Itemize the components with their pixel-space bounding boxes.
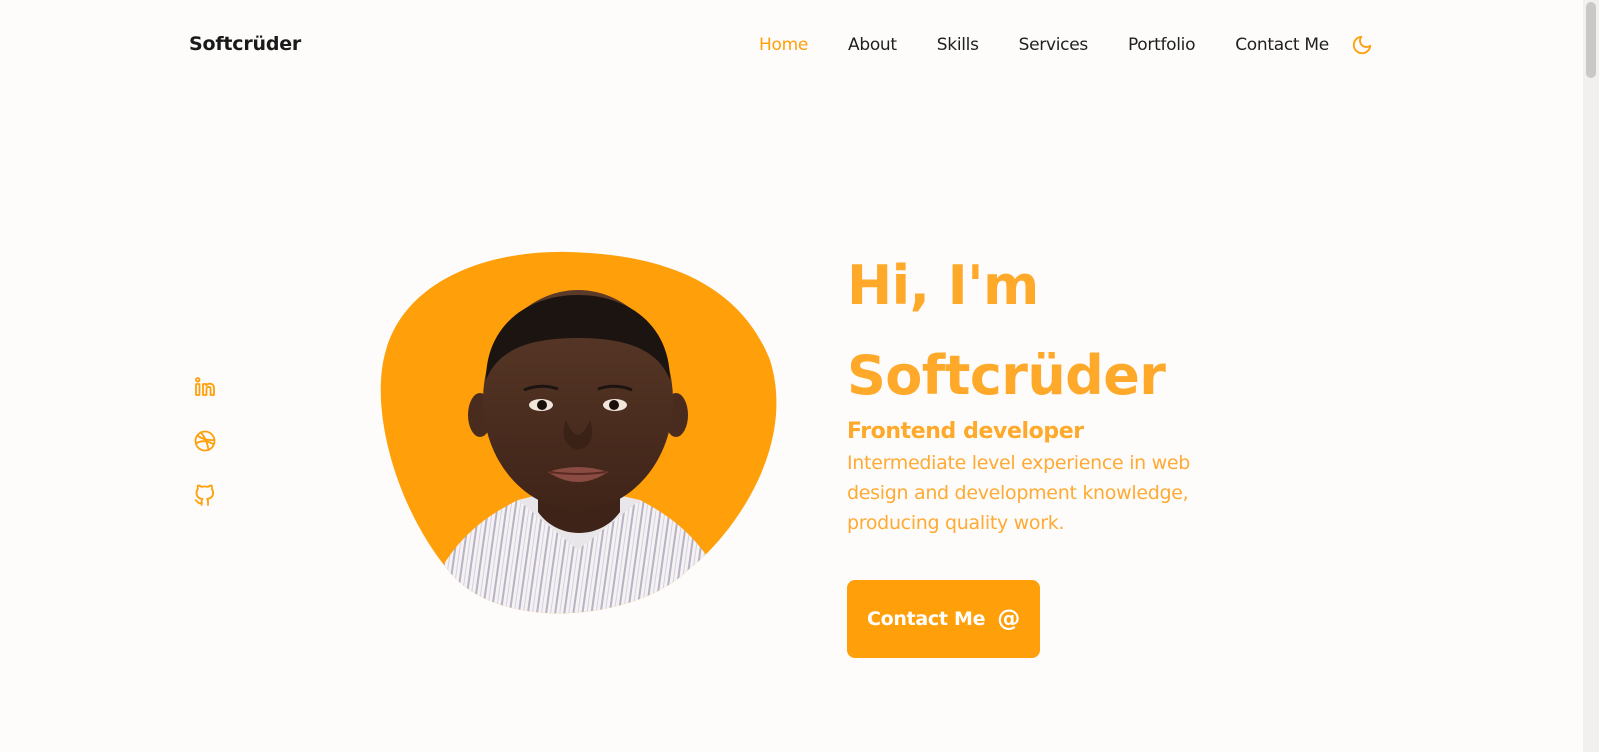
hero-section: Hi, I'm Softcrüder Frontend developer In… [847, 241, 1267, 658]
page-scrollbar[interactable] [1583, 0, 1599, 752]
hero-role: Frontend developer [847, 419, 1084, 444]
nav-link-portfolio[interactable]: Portfolio [1128, 35, 1196, 55]
scrollbar-thumb[interactable] [1586, 2, 1596, 78]
nav-link-skills[interactable]: Skills [937, 35, 979, 55]
profile-photo [378, 250, 780, 626]
dribbble-icon[interactable] [193, 429, 217, 453]
hero-title: Hi, I'm Softcrüder [847, 241, 1267, 421]
brand-logo[interactable]: Softcrüder [189, 33, 301, 55]
hero-name: Softcrüder [847, 344, 1166, 407]
nav-link-about[interactable]: About [848, 35, 897, 55]
social-links [193, 375, 217, 537]
linkedin-icon[interactable] [193, 375, 217, 399]
page: Softcrüder Home About Skills Services Po… [0, 0, 1599, 752]
at-icon: @ [997, 606, 1020, 632]
contact-me-label: Contact Me [867, 608, 986, 630]
nav-link-contact[interactable]: Contact Me [1235, 35, 1329, 55]
contact-me-button[interactable]: Contact Me @ [847, 580, 1040, 658]
main-nav: Home About Skills Services Portfolio Con… [759, 34, 1373, 56]
moon-icon[interactable] [1351, 34, 1373, 56]
github-icon[interactable] [193, 483, 217, 507]
nav-link-services[interactable]: Services [1019, 35, 1089, 55]
nav-link-home[interactable]: Home [759, 35, 808, 55]
hero-description: Intermediate level experience in web des… [847, 452, 1191, 534]
hero-greeting: Hi, I'm [847, 254, 1039, 317]
